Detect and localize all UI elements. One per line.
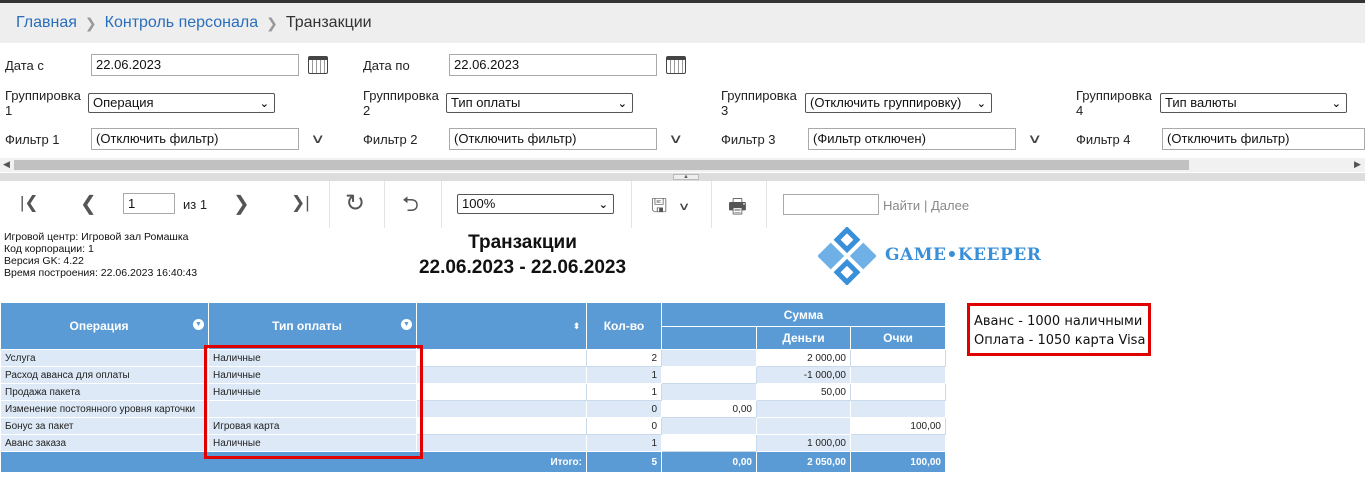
filter-3-input[interactable]: (Фильтр отключен) [808, 128, 1016, 150]
scrollbar-thumb[interactable] [14, 160, 1189, 170]
save-icon[interactable]: 🖫 [651, 192, 667, 224]
grouping-2-label: Группировка 2 [363, 88, 439, 118]
scroll-right-icon[interactable]: ▶ [1354, 159, 1361, 170]
previous-page-icon[interactable]: ❮ [80, 191, 97, 216]
date-to-label: Дата по [363, 58, 410, 73]
report-title: Транзакции [468, 232, 577, 253]
table-row: Бонус за пакет Игровая карта 0 100,00 [0, 417, 946, 435]
find-link[interactable]: Найти [883, 198, 920, 213]
date-to-input[interactable]: 22.06.2023 [449, 54, 657, 76]
table-row: Изменение постоянного уровня карточки 0 … [0, 400, 946, 418]
column-header-blank [661, 326, 757, 350]
breadcrumb-home-link[interactable]: Главная [16, 14, 77, 32]
first-page-icon[interactable]: |❮ [20, 193, 39, 213]
total-row: Итого: 5 0,00 2 050,00 100,00 [0, 451, 946, 473]
chevron-down-icon: ⌄ [617, 98, 627, 110]
grouping-4-label: Группировка 4 [1076, 88, 1152, 118]
toolbar-divider [711, 181, 712, 228]
chevron-down-icon: ⌄ [259, 98, 269, 110]
report-period: 22.06.2023 - 22.06.2023 [418, 257, 627, 278]
scroll-left-icon[interactable]: ◀ [3, 159, 10, 170]
breadcrumb: Главная ❯ Контроль персонала ❯ Транзакци… [0, 3, 1365, 43]
breadcrumb-current: Транзакции [285, 14, 372, 31]
panel-splitter[interactable]: ▲ [0, 173, 1365, 181]
toolbar-divider [384, 181, 385, 228]
payment-highlight-box [204, 345, 423, 459]
column-header-count: Кол-во [586, 302, 662, 350]
sort-icon[interactable]: ▼ [193, 319, 204, 330]
report-toolbar: |❮ ❮ 1 из 1 ❯ ❯| ↻ ⮌ 100% ⌄ 🖫 ∨ 🖶 Найти |… [0, 181, 1365, 228]
date-from-label: Дата с [5, 58, 44, 73]
sort-icon[interactable]: ▼ [401, 319, 412, 330]
gamekeeper-logo: GAME•KEEPER [885, 245, 1042, 265]
column-header-sum: Сумма [661, 302, 946, 327]
report-table: Операция ▼ Тип оплаты ▼ ⬍ Кол-во Сумма Ден… [0, 302, 946, 473]
collapse-handle-icon[interactable]: ▲ [673, 174, 699, 180]
chevron-down-icon: ⌄ [1331, 98, 1341, 110]
toolbar-divider [631, 181, 632, 228]
back-icon[interactable]: ⮌ [402, 190, 419, 225]
grouping-3-select[interactable]: (Отключить группировку) ⌄ [805, 93, 992, 113]
column-header-grouping-3[interactable]: ⬍ [416, 302, 587, 350]
toolbar-divider [329, 181, 330, 228]
table-row: Услуга Наличные 2 2 000,00 [0, 349, 946, 367]
chevron-down-icon: ⌄ [976, 98, 986, 110]
gamekeeper-logo-icon [818, 227, 876, 285]
filter-2-label: Фильтр 2 [363, 132, 418, 147]
page-number-input[interactable]: 1 [123, 193, 175, 214]
filter-3-label: Фильтр 3 [721, 132, 776, 147]
chevron-down-icon[interactable]: ∨ [1027, 131, 1042, 147]
column-header-operation[interactable]: Операция ▼ [0, 302, 209, 350]
sort-both-icon[interactable]: ⬍ [571, 321, 582, 332]
grouping-1-label: Группировка 1 [5, 88, 81, 118]
filter-1-label: Фильтр 1 [5, 132, 60, 147]
chevron-down-icon: ⌄ [598, 199, 608, 211]
column-header-payment[interactable]: Тип оплаты ▼ [208, 302, 417, 350]
find-separator: | [924, 198, 928, 213]
toolbar-divider [441, 181, 442, 228]
grouping-2-select[interactable]: Тип оплаты ⌄ [446, 93, 633, 113]
breadcrumb-section-link[interactable]: Контроль персонала [105, 14, 258, 32]
filter-4-label: Фильтр 4 [1076, 132, 1131, 147]
print-icon[interactable]: 🖶 [728, 192, 747, 226]
page-count-label: из 1 [183, 197, 208, 212]
annotation-note: Аванс - 1000 наличными Оплата - 1050 кар… [967, 303, 1151, 356]
grouping-1-select[interactable]: Операция ⌄ [88, 93, 275, 113]
chevron-down-icon[interactable]: ∨ [310, 131, 325, 147]
column-header-points: Очки [850, 326, 946, 350]
filter-1-input[interactable]: (Отключить фильтр) [91, 128, 299, 150]
last-page-icon[interactable]: ❯| [291, 193, 310, 213]
calendar-icon[interactable] [308, 56, 328, 74]
filter-2-input[interactable]: (Отключить фильтр) [449, 128, 657, 150]
filter-4-input[interactable]: (Отключить фильтр) [1162, 128, 1365, 150]
next-page-icon[interactable]: ❯ [233, 191, 250, 216]
refresh-icon[interactable]: ↻ [345, 189, 365, 218]
find-next-link[interactable]: Далее [931, 198, 969, 213]
table-row: Продажа пакета Наличные 1 50,00 [0, 383, 946, 401]
calendar-icon[interactable] [666, 56, 686, 74]
grouping-4-select[interactable]: Тип валюты ⌄ [1160, 93, 1347, 113]
table-row: Расход аванса для оплаты Наличные 1 -1 00… [0, 366, 946, 384]
chevron-down-icon[interactable]: ∨ [678, 200, 691, 213]
report-info: Игровой центр: Игровой зал Ромашка Код к… [4, 231, 198, 279]
table-row: Аванс заказа Наличные 1 1 000,00 [0, 434, 946, 452]
horizontal-scrollbar[interactable]: ◀ ▶ [0, 158, 1365, 172]
zoom-select[interactable]: 100% ⌄ [457, 194, 614, 214]
column-header-money: Деньги [756, 326, 851, 350]
date-from-input[interactable]: 22.06.2023 [91, 54, 299, 76]
find-input[interactable] [783, 194, 879, 215]
chevron-right-icon: ❯ [266, 14, 278, 31]
toolbar-divider [766, 181, 767, 228]
chevron-right-icon: ❯ [84, 14, 97, 31]
chevron-down-icon[interactable]: ∨ [668, 131, 683, 147]
grouping-3-label: Группировка 3 [721, 88, 797, 118]
